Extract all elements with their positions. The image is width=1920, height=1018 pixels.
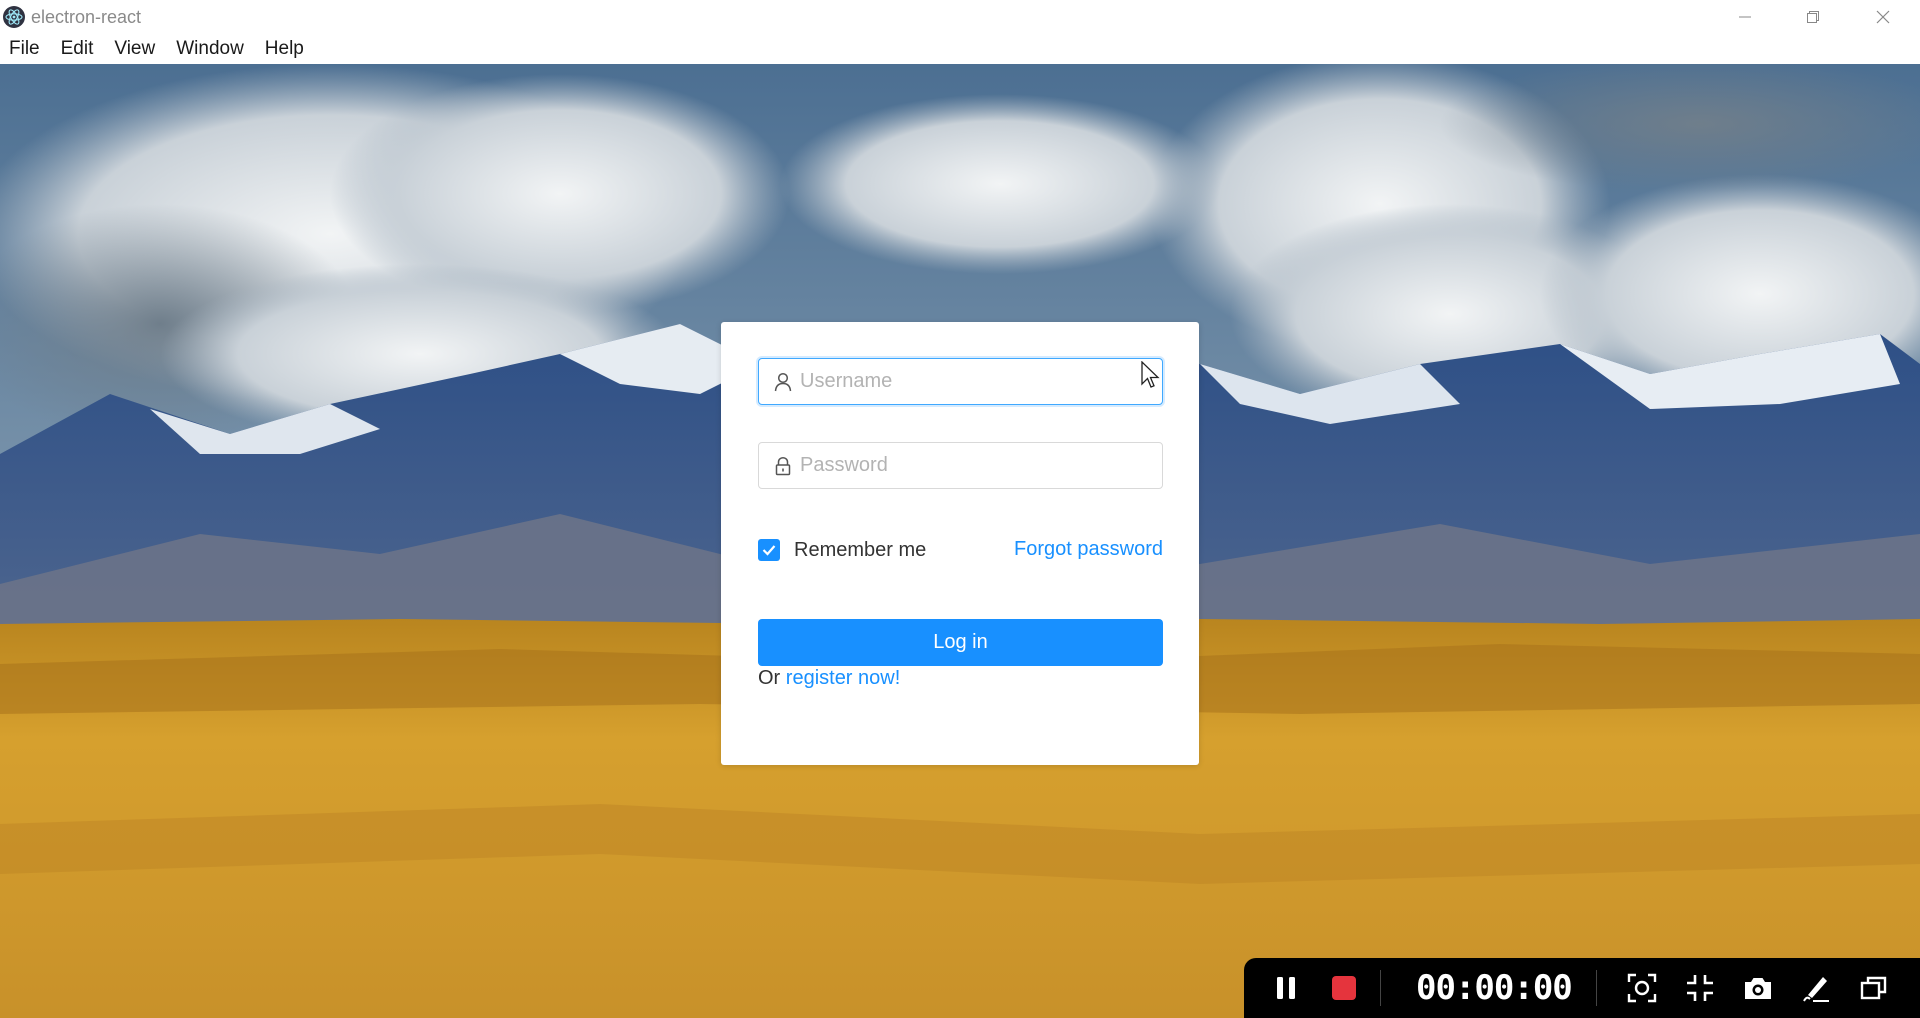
restore-icon [1807, 11, 1819, 23]
login-button[interactable]: Log in [758, 619, 1163, 666]
register-row: Or register now! [758, 664, 900, 692]
screenshot-button[interactable] [1738, 958, 1778, 1018]
minimize-button[interactable] [1710, 0, 1780, 34]
window-switch-button[interactable] [1854, 958, 1894, 1018]
menu-edit[interactable]: Edit [61, 34, 94, 64]
region-capture-icon [1627, 973, 1657, 1003]
stop-icon [1332, 976, 1356, 1000]
register-prefix: Or [758, 667, 781, 689]
window-title: electron-react [31, 7, 142, 27]
menu-bar: File Edit View Window Help [0, 34, 1920, 64]
password-field[interactable] [758, 442, 1163, 489]
pause-icon [1277, 977, 1295, 999]
close-button[interactable] [1848, 0, 1918, 34]
menu-window[interactable]: Window [176, 34, 244, 64]
pen-icon [1803, 977, 1829, 1002]
exit-fullscreen-button[interactable] [1680, 958, 1720, 1018]
remember-label[interactable]: Remember me [794, 539, 926, 562]
stop-button[interactable] [1324, 958, 1364, 1018]
register-link[interactable]: register now! [786, 667, 901, 689]
minimize-icon [1739, 16, 1751, 18]
username-input[interactable] [800, 370, 1162, 393]
mouse-cursor-icon [1141, 361, 1160, 388]
menu-view[interactable]: View [114, 34, 155, 64]
window-switch-icon [1860, 976, 1887, 1000]
title-bar: electron-react [0, 0, 1920, 34]
password-input[interactable] [800, 454, 1162, 477]
menu-help[interactable]: Help [265, 34, 304, 64]
region-capture-button[interactable] [1622, 958, 1662, 1018]
remember-row: Remember me Forgot password [758, 536, 1163, 564]
checkmark-icon [762, 545, 776, 556]
remember-checkbox[interactable] [758, 539, 780, 561]
pause-button[interactable] [1266, 958, 1306, 1018]
login-card: Remember me Forgot password Log in Or re… [721, 322, 1199, 765]
draw-button[interactable] [1796, 958, 1836, 1018]
toolbar-separator [1596, 970, 1597, 1006]
exit-fullscreen-icon [1687, 975, 1713, 1001]
app-content: Remember me Forgot password Log in Or re… [0, 64, 1920, 1018]
close-icon [1876, 10, 1890, 24]
forgot-password-link[interactable]: Forgot password [1014, 538, 1163, 561]
camera-icon [1745, 978, 1771, 999]
recorder-toolbar: 00:00:00 [1244, 958, 1920, 1018]
lock-icon [775, 456, 791, 475]
electron-atom-icon [3, 6, 25, 28]
username-field[interactable] [758, 358, 1163, 405]
user-icon [774, 372, 792, 391]
restore-button[interactable] [1778, 0, 1848, 34]
toolbar-separator [1380, 970, 1381, 1006]
menu-file[interactable]: File [9, 34, 40, 64]
recording-timer: 00:00:00 [1416, 968, 1573, 1008]
